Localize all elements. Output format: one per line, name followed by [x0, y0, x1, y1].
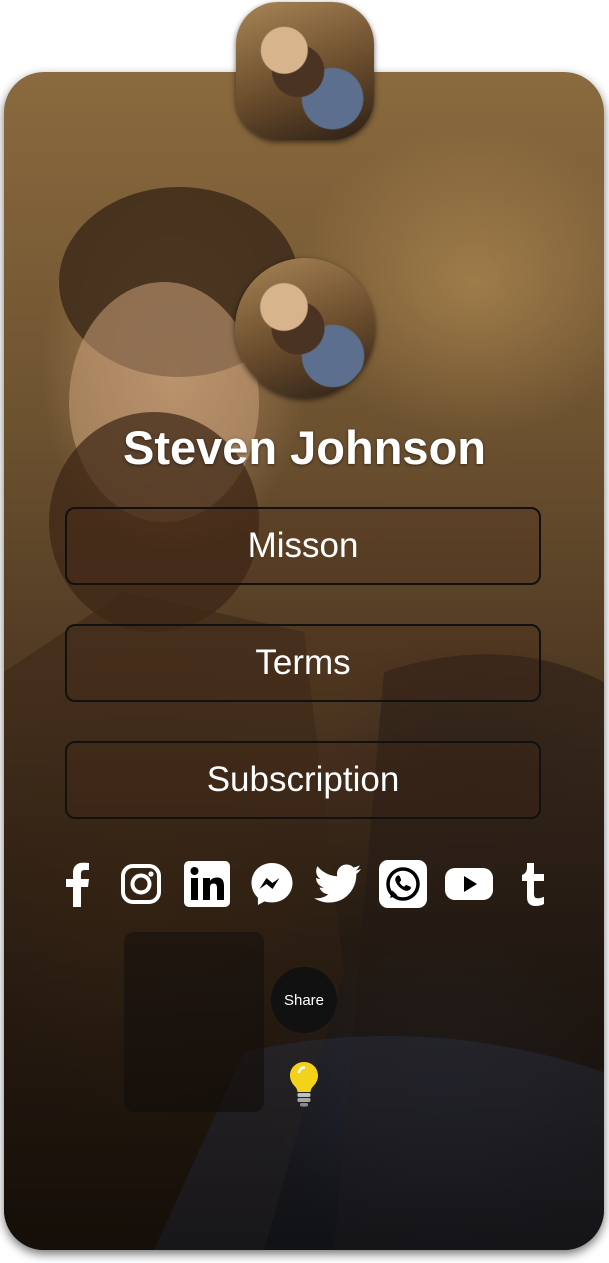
profile-avatar: [235, 258, 375, 398]
top-profile-photo: [236, 2, 374, 140]
facebook-icon[interactable]: [50, 858, 102, 910]
linkedin-icon[interactable]: [181, 858, 233, 910]
profile-name: Steven Johnson: [122, 421, 486, 474]
lightbulb-icon[interactable]: [286, 1060, 322, 1108]
mission-button[interactable]: Misson: [65, 507, 541, 585]
instagram-icon[interactable]: [115, 858, 167, 910]
subscription-button[interactable]: Subscription: [65, 741, 541, 819]
profile-page: Steven Johnson Misson Terms Subscription…: [0, 0, 609, 1263]
social-links: [50, 858, 560, 910]
twitter-icon[interactable]: [312, 858, 364, 910]
whatsapp-icon[interactable]: [377, 858, 429, 910]
messenger-icon[interactable]: [246, 858, 298, 910]
youtube-icon[interactable]: [443, 858, 495, 910]
share-button[interactable]: Share: [271, 967, 337, 1033]
tumblr-icon[interactable]: [508, 858, 560, 910]
terms-button[interactable]: Terms: [65, 624, 541, 702]
